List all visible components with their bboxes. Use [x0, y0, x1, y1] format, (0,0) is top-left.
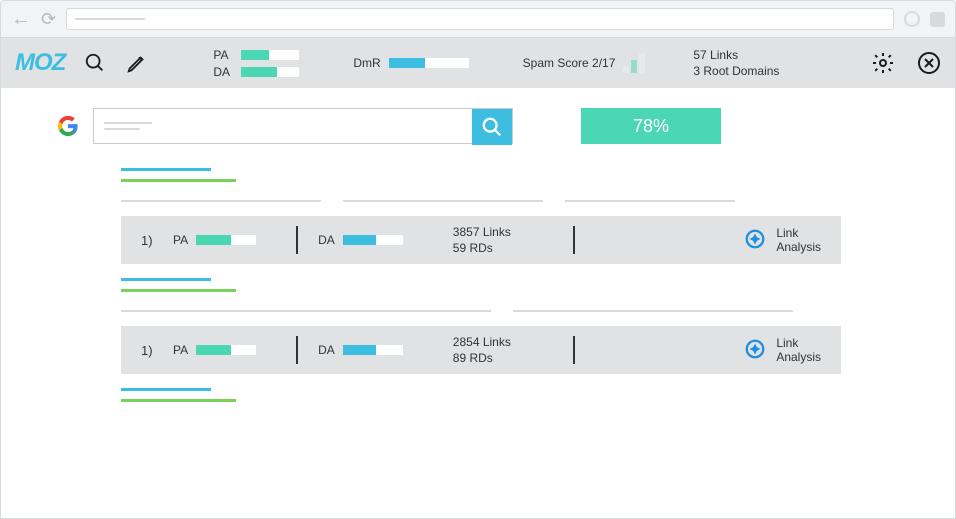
divider-icon	[573, 336, 575, 364]
pa-label: PA	[213, 48, 235, 62]
mozbar-toolbar: MOZ PA DA DmR Spam Score 2/17	[0, 38, 956, 88]
result-desc-placeholder	[513, 310, 793, 312]
result-item: 1) PA DA 2854 Links 89 RDs LinkAnalysis	[1, 278, 955, 374]
spam-group: Spam Score 2/17	[523, 53, 646, 73]
result-item: 1) PA DA 3857 Links 59 RDs LinkAnalysis	[1, 168, 955, 264]
link-analysis-button[interactable]: LinkAnalysis	[744, 226, 821, 255]
links-count: 2854 Links	[453, 335, 553, 349]
result-index: 1)	[141, 343, 173, 358]
google-logo-icon[interactable]	[57, 115, 79, 137]
result-url-placeholder[interactable]	[121, 399, 236, 402]
links-count: 57 Links	[693, 48, 779, 62]
pa-label: PA	[173, 233, 188, 247]
link-analysis-button[interactable]: LinkAnalysis	[744, 336, 821, 365]
pa-bar	[196, 345, 256, 355]
pencil-icon[interactable]	[125, 51, 149, 75]
search-icon[interactable]	[83, 51, 107, 75]
divider-icon	[296, 336, 298, 364]
spam-label: Spam Score 2/17	[523, 56, 616, 70]
da-bar	[343, 345, 403, 355]
result-desc-placeholder	[565, 200, 735, 202]
da-metric: DA	[318, 343, 403, 357]
browser-chrome: ← ⟳	[0, 0, 956, 38]
search-submit-button[interactable]	[472, 109, 512, 145]
result-title-placeholder[interactable]	[121, 388, 211, 391]
da-label: DA	[318, 233, 335, 247]
dmr-bar	[389, 58, 469, 68]
divider-icon	[573, 226, 575, 254]
search-row: 78%	[1, 108, 955, 144]
url-placeholder-line	[75, 18, 145, 20]
link-summary: 57 Links 3 Root Domains	[693, 48, 779, 78]
result-desc-placeholder	[343, 200, 543, 202]
moz-logo[interactable]: MOZ	[15, 49, 65, 77]
rds-count: 59 RDs	[453, 241, 553, 255]
compass-icon	[744, 338, 766, 363]
back-icon[interactable]: ←	[11, 8, 31, 31]
da-metric: DA	[318, 233, 403, 247]
content-area: 78% 1) PA DA 3857 Links 59 RDs	[0, 88, 956, 519]
result-desc-placeholder	[121, 200, 321, 202]
pa-metric: PA	[173, 343, 256, 357]
search-input[interactable]	[93, 108, 513, 144]
pa-bar	[196, 235, 256, 245]
links-summary: 2854 Links 89 RDs	[453, 335, 553, 365]
close-icon[interactable]	[917, 51, 941, 75]
rds-count: 89 RDs	[453, 351, 553, 365]
da-bar	[343, 235, 403, 245]
root-domains-count: 3 Root Domains	[693, 64, 779, 78]
da-label: DA	[318, 343, 335, 357]
dmr-group: DmR	[353, 56, 468, 70]
chrome-circle-icon[interactable]	[904, 11, 920, 27]
pa-metric: PA	[173, 233, 256, 247]
percent-badge: 78%	[581, 108, 721, 144]
pa-da-group: PA DA	[213, 48, 299, 79]
pa-label: PA	[173, 343, 188, 357]
pa-bar	[241, 50, 299, 60]
result-url-placeholder[interactable]	[121, 289, 236, 292]
url-bar[interactable]	[66, 8, 894, 30]
link-analysis-label: LinkAnalysis	[776, 336, 821, 365]
result-url-placeholder[interactable]	[121, 179, 236, 182]
result-metrics-bar: 1) PA DA 3857 Links 59 RDs LinkAnalysis	[121, 216, 841, 264]
links-summary: 3857 Links 59 RDs	[453, 225, 553, 255]
gear-icon[interactable]	[871, 51, 895, 75]
links-count: 3857 Links	[453, 225, 553, 239]
da-bar	[241, 67, 299, 77]
result-title-placeholder[interactable]	[121, 278, 211, 281]
result-item	[1, 388, 955, 402]
result-desc-placeholder	[121, 310, 491, 312]
result-index: 1)	[141, 233, 173, 248]
result-metrics-bar: 1) PA DA 2854 Links 89 RDs LinkAnalysis	[121, 326, 841, 374]
divider-icon	[296, 226, 298, 254]
chrome-square-icon[interactable]	[930, 12, 945, 27]
da-label: DA	[213, 65, 235, 79]
compass-icon	[744, 228, 766, 253]
refresh-icon[interactable]: ⟳	[41, 9, 56, 30]
result-title-placeholder[interactable]	[121, 168, 211, 171]
dmr-label: DmR	[353, 56, 380, 70]
link-analysis-label: LinkAnalysis	[776, 226, 821, 255]
spam-bars-icon	[623, 53, 645, 73]
